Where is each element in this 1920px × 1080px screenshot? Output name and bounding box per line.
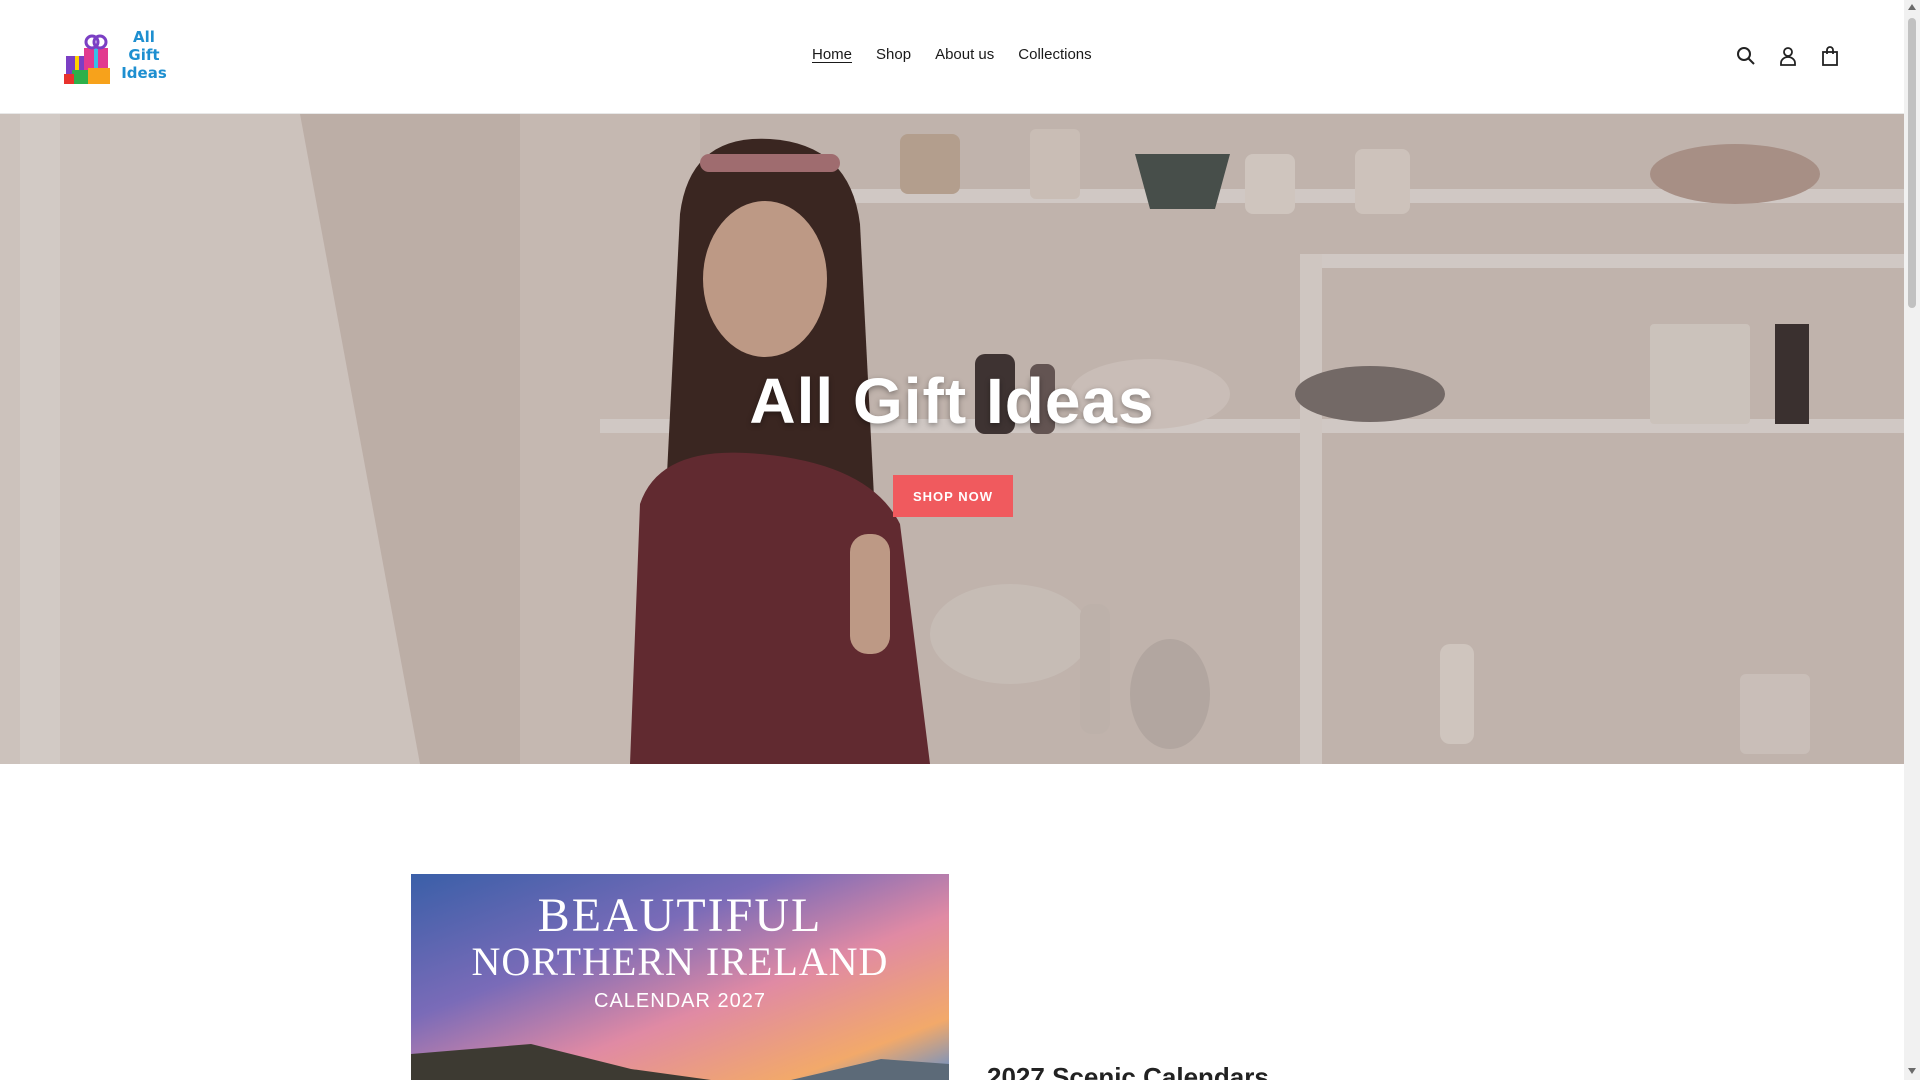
feature-heading: 2027 Scenic Calendars	[987, 1062, 1269, 1080]
search-icon[interactable]	[1734, 44, 1758, 68]
header-icons	[1734, 44, 1842, 68]
logo-line: Ideas	[121, 64, 167, 82]
nav-link-about-us[interactable]: About us	[923, 44, 1006, 68]
scroll-up-icon[interactable]	[1908, 4, 1916, 10]
nav-link-collections[interactable]: Collections	[1006, 44, 1103, 68]
main-nav: Home Shop About us Collections	[800, 44, 1104, 68]
calendar-image[interactable]: BEAUTIFUL NORTHERN IRELAND CALENDAR 2027	[411, 874, 949, 1080]
hero-banner: All Gift Ideas SHOP NOW	[0, 114, 1904, 764]
calendar-year-line: CALENDAR 2027	[594, 990, 766, 1012]
nav-link-home[interactable]: Home	[800, 44, 864, 68]
cart-icon[interactable]	[1818, 44, 1842, 68]
page-scrollbar[interactable]	[1904, 0, 1920, 1080]
logo-line: All	[133, 28, 155, 46]
account-icon[interactable]	[1776, 44, 1800, 68]
nav-link-shop[interactable]: Shop	[864, 44, 923, 68]
hero-title: All Gift Ideas	[749, 365, 1155, 437]
scroll-down-icon[interactable]	[1908, 1068, 1916, 1074]
hero-overlay	[0, 114, 1904, 764]
gift-boxes-icon	[64, 34, 110, 84]
scrollbar-thumb[interactable]	[1908, 18, 1916, 308]
shop-now-button[interactable]: SHOP NOW	[893, 475, 1013, 517]
logo-text: All Gift Ideas	[120, 28, 168, 82]
site-header: All Gift Ideas Home Shop About us Collec…	[0, 0, 1904, 114]
logo-line: Gift	[128, 46, 160, 64]
calendar-title-line: BEAUTIFUL	[537, 889, 823, 942]
calendar-title-line: NORTHERN IRELAND	[471, 939, 889, 984]
site-logo[interactable]: All Gift Ideas	[62, 26, 168, 88]
